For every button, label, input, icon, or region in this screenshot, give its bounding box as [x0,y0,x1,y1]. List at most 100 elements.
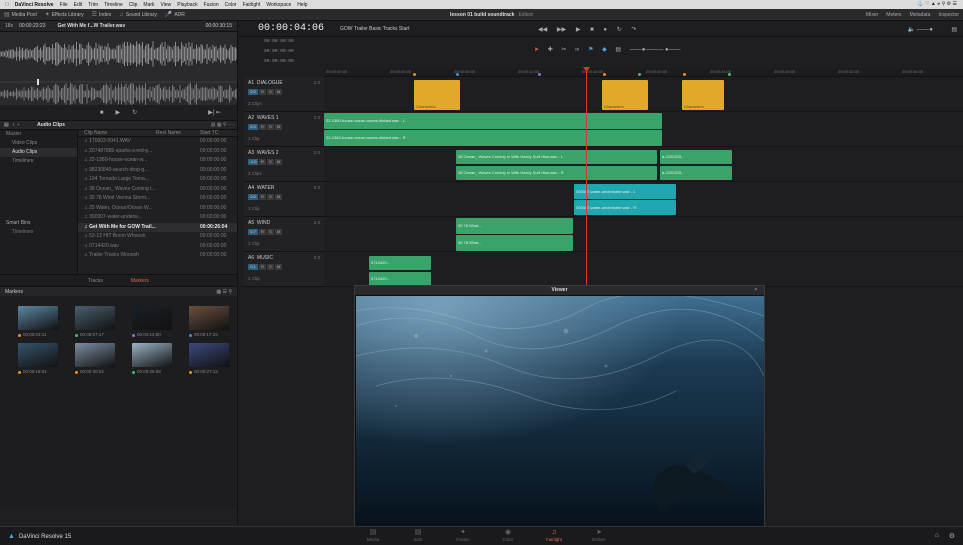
marker-item[interactable]: 00:00:14:00 [132,306,172,338]
track-volume[interactable]: 0.0 [248,89,258,95]
options-icon[interactable]: ▤ [951,26,957,33]
snapping-icon[interactable]: ↷ [631,27,636,33]
marker-item[interactable]: 00:00:03:11 [18,306,58,338]
meters-button[interactable]: Meters [886,12,901,18]
clip-row[interactable]: ♫ 30 78 Wind Vienna Storm... 00:00:00:00 [78,194,237,204]
loop-icon[interactable]: ↻ [132,109,137,116]
view-mode-icons[interactable]: ▤ ▦ ⚲ ⋯ [211,122,233,128]
stop-timeline-icon[interactable]: ■ [590,27,594,33]
page-color[interactable]: ◉ Color [488,529,528,542]
sound-library-button[interactable]: ♫ Sound Library [119,12,157,18]
timeline-clip[interactable]: 300307-water-underwater.wav - L [574,184,676,199]
zoom-tool-icon[interactable]: ▤ [615,47,621,53]
timeline-clip[interactable]: 0714420... [369,256,431,270]
mute-button[interactable]: M [275,89,282,95]
timeline-clip[interactable]: 30 78 Wind... [456,235,573,251]
apple-icon[interactable]:  [5,2,9,8]
media-pool-button[interactable]: ▤ Media Pool [4,11,37,19]
razor-tool-icon[interactable]: ✂ [561,47,566,53]
clip-row[interactable]: ♫ Trailer Tracks Wooosh 00:00:00:00 [78,251,237,261]
marker-item[interactable]: 00:00:27:13 [189,343,229,375]
markers-view-icons[interactable]: ▦ ☰ ⚲ [216,289,232,295]
track-volume[interactable]: 0.7 [248,229,258,235]
clip-row[interactable]: ♫ 38 Ocean_ Waves Coming I... 00:00:00:00 [78,185,237,195]
pointer-tool-icon[interactable]: ➤ [534,47,539,53]
marker-item[interactable]: 00:00:20:24 [75,343,115,375]
play-icon[interactable]: ▶ [115,109,120,116]
solo-button[interactable]: S [267,89,274,95]
link-tool-icon[interactable]: ∞ [575,47,579,53]
tab-markers[interactable]: Markers [131,278,149,284]
solo-button[interactable]: S [267,159,274,165]
bin-audio-clips[interactable]: Audio Clips [0,148,77,157]
track-name[interactable]: A2 WAVES 1 [248,115,279,121]
timeline-clip[interactable]: 38 Ocean_ Waves Coming In With Heavy Sur… [456,150,657,164]
track-name[interactable]: A1 DIALOGUE [248,80,283,86]
timeline-clip[interactable]: 38 Ocean_ Waves Coming In With Heavy Sur… [456,166,657,180]
source-waveform[interactable] [0,32,237,105]
bin-master[interactable]: Master [0,130,77,139]
clip-row[interactable]: ♫ Get With Me for GOW Trail... 00:00:26:0… [78,222,237,232]
page-edit[interactable]: ▤ Edit [398,529,438,542]
track-header-a1[interactable]: A1 DIALOGUE 2.0 0.0 R S M 3 Clips [244,77,324,112]
menu-fusion[interactable]: Fusion [204,2,219,8]
mute-button[interactable]: M [275,229,282,235]
bin-video-clips[interactable]: Video Clips [0,139,77,148]
loop-timeline-icon[interactable]: ↻ [617,27,622,33]
source-playhead[interactable] [37,79,39,85]
timeline-clip[interactable]: 0714420... [369,272,431,286]
play-timeline-icon[interactable]: ▶ [576,27,581,33]
mute-button[interactable]: M [275,264,282,270]
track-name[interactable]: A3 WAVES 2 [248,150,279,156]
bin-timelines[interactable]: Timelines [0,157,77,166]
mute-button[interactable]: M [275,124,282,130]
clip-row[interactable]: ♫ 170603-0041.WAV 00:00:00:00 [78,137,237,147]
clip-row[interactable]: ♫ 194 Tornado Large Torna... 00:00:00:00 [78,175,237,185]
marker-tool-icon[interactable]: ◆ [602,47,607,53]
timeline-clip[interactable]: Characters [682,80,724,110]
clip-row[interactable]: ♫ 53-12 HIT Boom Whoosh 00:00:00:00 [78,232,237,242]
record-icon[interactable]: ● [603,27,607,33]
menu-mark[interactable]: Mark [143,2,154,8]
timeline-ruler[interactable]: 00:00:00:00 00:00:04:00 00:00:08:00 00:00:1… [324,68,963,77]
track-name[interactable]: A5 WIND [248,220,270,226]
timeline-clip[interactable]: Characters [414,80,460,110]
arm-record-button[interactable]: R [259,124,266,130]
source-clip-name[interactable]: Get With Me f...W Trailer.wav [57,23,125,29]
adr-button[interactable]: 🎤 ADR [165,11,185,19]
menu-clip[interactable]: Clip [129,2,138,8]
track-header-a6[interactable]: A6 MUSIC 2.0 0.1 R S M 1 Clip [244,252,324,287]
track-header-a5[interactable]: A5 WIND 2.0 0.7 R S M 1 Clip [244,217,324,252]
tab-tracks[interactable]: Tracks [88,278,103,284]
timeline-clip[interactable]: a-2200325... [660,166,732,180]
mute-button[interactable]: M [275,194,282,200]
timeline-clip[interactable]: a-2200325... [660,150,732,164]
timeline-clip[interactable]: 300307-water-underwater.wav - R [574,200,676,215]
source-zoom[interactable]: 18x [5,23,13,29]
track-name[interactable]: A6 MUSIC [248,255,273,261]
page-fusion[interactable]: ✦ Fusion [443,529,483,542]
menu-playback[interactable]: Playback [177,2,197,8]
clip-row[interactable]: ♫ 300307-water-underw... 00:00:00:00 [78,213,237,223]
viewer-titlebar[interactable]: Viewer ✕ [355,286,764,295]
gear-icon[interactable]: ⚙ [949,532,955,540]
clip-row[interactable]: ♫ 22-1380-house-ocean-w... 00:00:00:00 [78,156,237,166]
zoom-slider[interactable]: ——●——— ●—— [630,47,681,53]
arm-record-button[interactable]: R [259,89,266,95]
clip-row[interactable]: ♫ 207487885-sparks-s-red-g... 00:00:00:00 [78,147,237,157]
timeline-clip[interactable]: 22-1380-house-ocean-waves-distant.wav - … [324,130,662,146]
clip-row[interactable]: ♫ 25 Water, Ocean/Ocean W... 00:00:00:00 [78,204,237,214]
timeline-marker[interactable] [728,73,731,76]
arm-record-button[interactable]: R [259,229,266,235]
page-deliver[interactable]: ➤ Deliver [579,529,619,542]
timeline-playhead[interactable] [586,69,587,299]
menu-workspace[interactable]: Workspace [266,2,291,8]
timeline-marker[interactable] [683,73,686,76]
metadata-button[interactable]: Metadata [910,12,931,18]
timeline-clip[interactable]: Characters [602,80,648,110]
track-header-a3[interactable]: A3 WAVES 2 2.0 -1.0 R S M 2 Clips [244,147,324,182]
page-fairlight[interactable]: ♫ Fairlight [534,529,574,542]
track-volume[interactable]: -1.0 [248,159,258,165]
solo-button[interactable]: S [267,229,274,235]
col-start-tc[interactable]: Start TC [198,130,237,136]
